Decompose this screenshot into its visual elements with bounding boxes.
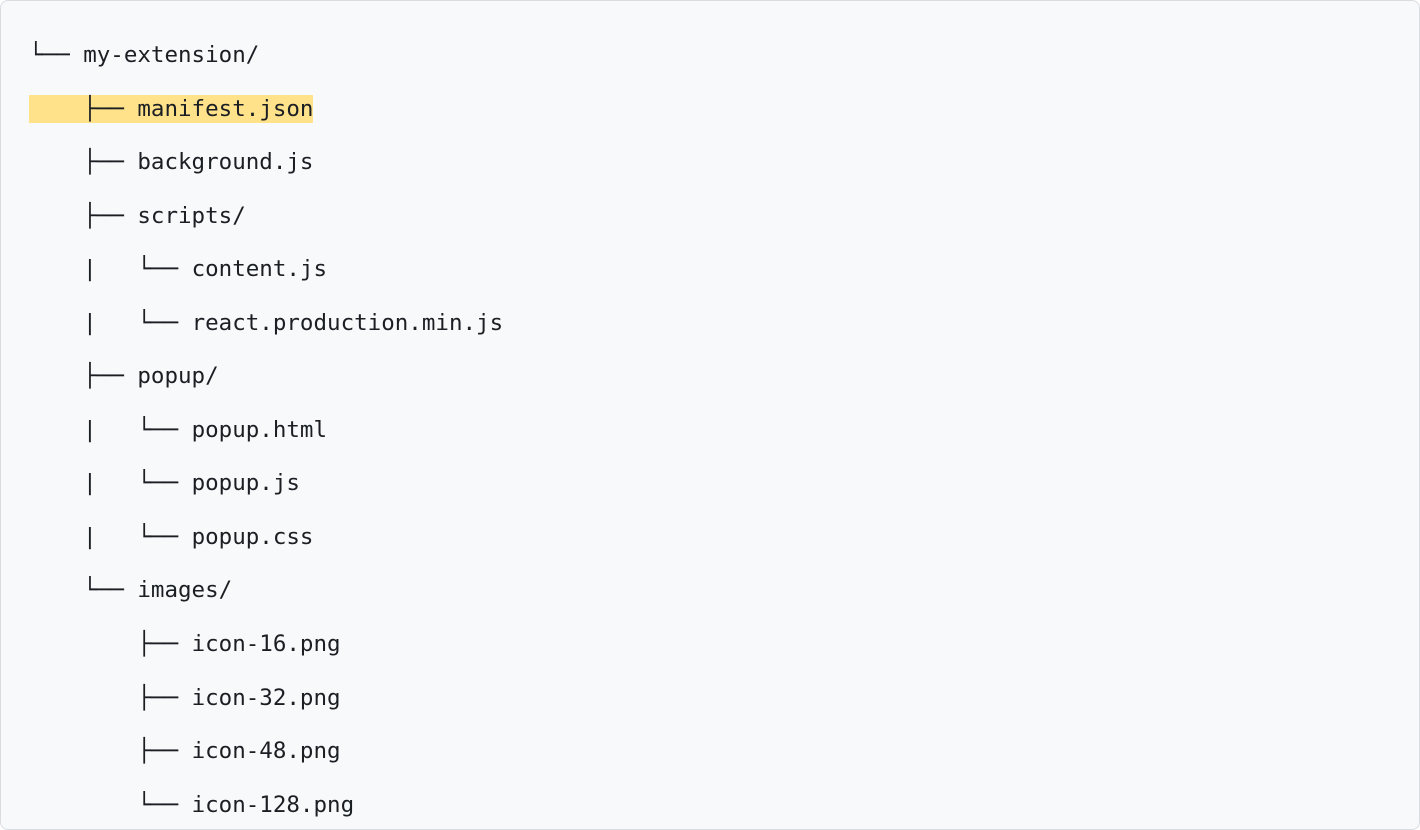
tree-prefix: | └── bbox=[29, 524, 192, 550]
tree-entry: icon-128.png bbox=[192, 792, 355, 818]
tree-prefix: | └── bbox=[29, 310, 192, 336]
tree-entry: react.production.min.js bbox=[192, 310, 504, 336]
tree-entry: manifest.json bbox=[137, 96, 313, 122]
tree-line: └── images/ bbox=[29, 564, 1391, 618]
tree-prefix: ├── bbox=[29, 685, 192, 711]
tree-prefix: ├── bbox=[29, 96, 137, 122]
tree-line: ├── popup/ bbox=[29, 350, 1391, 404]
tree-prefix: ├── bbox=[29, 149, 137, 175]
tree-prefix: └── bbox=[29, 577, 137, 603]
tree-line: ├── scripts/ bbox=[29, 190, 1391, 244]
tree-line: ├── background.js bbox=[29, 136, 1391, 190]
tree-entry: background.js bbox=[137, 149, 313, 175]
tree-entry: popup.js bbox=[192, 470, 300, 496]
tree-prefix: └── bbox=[29, 42, 83, 68]
tree-entry: my-extension/ bbox=[83, 42, 259, 68]
tree-line: | └── popup.css bbox=[29, 511, 1391, 565]
tree-entry: icon-32.png bbox=[192, 685, 341, 711]
tree-entry: images/ bbox=[137, 577, 232, 603]
tree-line: ├── icon-48.png bbox=[29, 725, 1391, 779]
tree-line: ├── icon-32.png bbox=[29, 672, 1391, 726]
tree-entry: icon-48.png bbox=[192, 738, 341, 764]
tree-prefix: | └── bbox=[29, 256, 192, 282]
highlighted-file: ├── manifest.json bbox=[29, 95, 313, 123]
tree-line: | └── popup.html bbox=[29, 404, 1391, 458]
tree-entry: scripts/ bbox=[137, 203, 245, 229]
tree-entry: popup/ bbox=[137, 363, 218, 389]
tree-entry: popup.html bbox=[192, 417, 327, 443]
tree-entry: icon-16.png bbox=[192, 631, 341, 657]
tree-prefix: ├── bbox=[29, 363, 137, 389]
tree-line: ├── manifest.json bbox=[29, 83, 1391, 137]
tree-line: └── my-extension/ bbox=[29, 29, 1391, 83]
tree-prefix: ├── bbox=[29, 631, 192, 657]
tree-line: | └── popup.js bbox=[29, 457, 1391, 511]
tree-prefix: ├── bbox=[29, 738, 192, 764]
tree-line: | └── react.production.min.js bbox=[29, 297, 1391, 351]
tree-entry: content.js bbox=[192, 256, 327, 282]
tree-line: ├── icon-16.png bbox=[29, 618, 1391, 672]
tree-entry: popup.css bbox=[192, 524, 314, 550]
tree-prefix: | └── bbox=[29, 470, 192, 496]
tree-line: └── icon-128.png bbox=[29, 779, 1391, 830]
tree-line: | └── content.js bbox=[29, 243, 1391, 297]
tree-prefix: ├── bbox=[29, 203, 137, 229]
tree-prefix: └── bbox=[29, 792, 192, 818]
directory-tree-code-block: └── my-extension/ ├── manifest.json ├── … bbox=[0, 0, 1420, 830]
tree-prefix: | └── bbox=[29, 417, 192, 443]
